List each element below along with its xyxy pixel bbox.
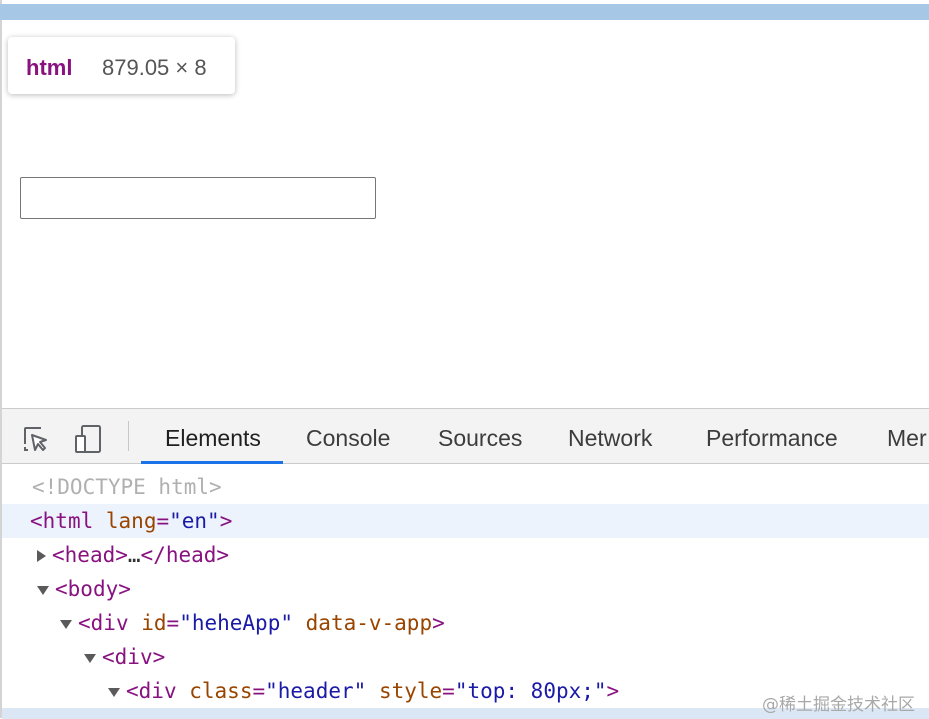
attr-equals: = [156, 509, 170, 533]
attr-name: style [378, 679, 443, 703]
tab-memory[interactable]: Mer [887, 409, 927, 463]
attr-value: "top: 80px;" [454, 679, 607, 703]
doctype-text: <!DOCTYPE html> [32, 475, 222, 499]
dom-node-body[interactable]: <body> [2, 572, 929, 606]
tag-bracket: > [606, 679, 620, 703]
dom-node-doctype[interactable]: <!DOCTYPE html> [2, 470, 929, 504]
tag-name: body [67, 577, 119, 601]
devtools-panel: Elements Console Sources Network Perform… [2, 408, 929, 719]
attr-name: id [141, 611, 167, 635]
tag-bracket: > [432, 611, 445, 635]
attr-name: lang [105, 509, 157, 533]
tag-bracket: < [52, 543, 65, 567]
dom-node-div[interactable]: <div> [2, 640, 929, 674]
tab-elements[interactable]: Elements [165, 409, 261, 463]
attr-name: class [189, 679, 253, 703]
dom-node-app-div[interactable]: <div id="heheApp" data-v-app> [2, 606, 929, 640]
tag-name: div [138, 679, 177, 703]
attr-value: "header" [265, 679, 367, 703]
tooltip-dimensions: 879.05 × 8 [102, 55, 207, 80]
element-inspect-tooltip: html 879.05 × 8 [8, 37, 235, 94]
html-element-highlight [0, 4, 929, 20]
tag-bracket: < [126, 679, 139, 703]
attr-equals: = [252, 679, 266, 703]
attr-equals: = [166, 611, 180, 635]
collapsed-ellipsis: … [127, 543, 141, 567]
tag-bracket: < [55, 577, 68, 601]
tag-bracket: < [30, 509, 43, 533]
collapse-triangle-icon[interactable] [108, 687, 120, 697]
collapse-triangle-icon[interactable] [37, 585, 49, 595]
tag-bracket: < [102, 645, 115, 669]
tag-bracket: </ [140, 543, 166, 567]
tag-name: html [42, 509, 94, 533]
device-toolbar-icon[interactable] [72, 423, 104, 455]
dom-node-html[interactable]: <html lang="en"> [2, 504, 929, 538]
tag-bracket: > [216, 543, 230, 567]
tab-performance[interactable]: Performance [706, 409, 838, 463]
inspect-element-icon[interactable] [20, 423, 52, 455]
tag-bracket: > [152, 645, 166, 669]
tag-name: div [90, 611, 129, 635]
dom-tree: <!DOCTYPE html> <html lang="en"> <head>…… [2, 464, 929, 719]
devtools-toolbar: Elements Console Sources Network Perform… [2, 409, 929, 464]
tag-bracket: > [219, 509, 233, 533]
attr-value: "en" [169, 509, 220, 533]
tag-bracket: < [78, 611, 91, 635]
page-text-input[interactable] [20, 177, 376, 219]
tab-network[interactable]: Network [568, 409, 652, 463]
collapse-triangle-icon[interactable] [84, 653, 96, 663]
tag-bracket: > [118, 577, 131, 601]
attr-name: data-v-app [305, 611, 433, 635]
attr-equals: = [442, 679, 455, 703]
tag-name: head [64, 543, 116, 567]
tab-sources[interactable]: Sources [438, 409, 522, 463]
attr-value: "heheApp" [179, 611, 293, 635]
collapse-triangle-icon[interactable] [60, 619, 72, 629]
tooltip-tag-name: html [26, 55, 73, 80]
dom-node-head[interactable]: <head>…</head> [2, 538, 929, 572]
tag-name: div [114, 645, 153, 669]
tag-name: head [165, 543, 217, 567]
tab-console[interactable]: Console [306, 409, 390, 463]
toolbar-separator [128, 421, 129, 451]
watermark-text: @稀土掘金技术社区 [762, 695, 915, 715]
tag-bracket: > [115, 543, 128, 567]
expand-triangle-icon[interactable] [37, 550, 46, 562]
